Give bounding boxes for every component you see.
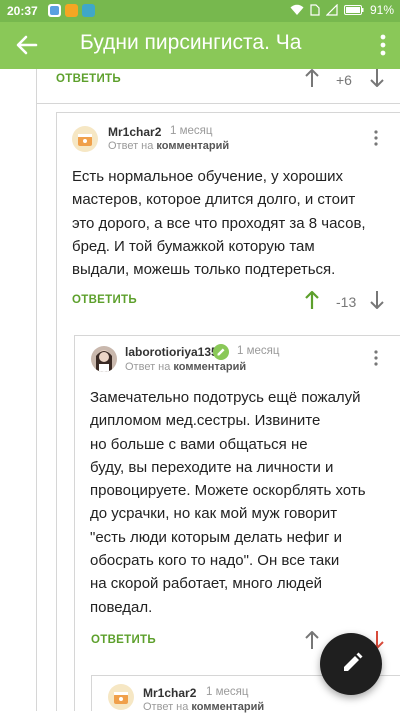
comment-author[interactable]: Mr1char2 xyxy=(108,125,161,139)
app-notification-icon xyxy=(65,4,78,17)
comment-time: 1 месяц xyxy=(170,125,213,137)
gallery-notification-icon xyxy=(48,4,61,17)
battery-level: 91% xyxy=(369,3,394,17)
downvote-arrow-icon[interactable] xyxy=(369,68,385,88)
thread-separator xyxy=(36,103,400,104)
comment-rating: +6 xyxy=(336,72,352,88)
reply-prefix: Ответ на xyxy=(108,140,154,152)
status-time: 20:37 xyxy=(7,4,38,18)
reply-button[interactable]: ОТВЕТИТЬ xyxy=(72,294,137,306)
avatar[interactable] xyxy=(91,346,117,372)
wifi-icon xyxy=(290,4,304,15)
comment-menu-icon[interactable] xyxy=(374,130,378,146)
reply-reference: Ответ на комментарий xyxy=(143,701,264,713)
avatar[interactable] xyxy=(72,126,98,152)
comment-text: Замечательно подотрусь ещё пожалуй дипло… xyxy=(90,389,366,616)
back-arrow-icon[interactable] xyxy=(14,32,40,58)
reply-prefix: Ответ на xyxy=(143,701,189,713)
reply-reference: Ответ на комментарий xyxy=(125,361,246,373)
thread-separator xyxy=(74,335,400,336)
status-bar: 20:37 91% xyxy=(0,0,400,22)
post-title: Будни пирсингиста. Ча xyxy=(80,31,302,54)
comment-time: 1 месяц xyxy=(237,345,280,357)
reply-prefix: Ответ на xyxy=(125,361,171,373)
comment-menu-icon[interactable] xyxy=(374,350,378,366)
reply-target-link[interactable]: комментарий xyxy=(191,701,264,713)
sim-icon xyxy=(310,4,320,16)
app-bar: Будни пирсингиста. Ча xyxy=(0,22,400,69)
downvote-arrow-icon[interactable] xyxy=(369,290,385,310)
thread-line xyxy=(56,112,57,711)
signal-off-icon xyxy=(325,4,338,16)
reply-target-link[interactable]: комментарий xyxy=(156,140,229,152)
comment-time: 1 месяц xyxy=(206,686,249,698)
reply-button[interactable]: ОТВЕТИТЬ xyxy=(91,634,156,646)
upvote-arrow-icon[interactable] xyxy=(304,290,320,310)
upvote-arrow-icon[interactable] xyxy=(304,630,320,650)
reply-target-link[interactable]: комментарий xyxy=(173,361,246,373)
battery-icon xyxy=(343,5,364,15)
thread-line xyxy=(91,675,92,711)
pencil-icon xyxy=(344,652,363,671)
calendar-notification-icon xyxy=(82,4,95,17)
comment-author[interactable]: laborotioriya135 xyxy=(125,345,218,359)
comment-rating: -13 xyxy=(336,294,357,310)
thread-line xyxy=(74,335,75,711)
avatar[interactable] xyxy=(108,684,134,710)
more-vertical-icon[interactable] xyxy=(380,34,386,56)
reply-button[interactable]: ОТВЕТИТЬ xyxy=(56,73,121,85)
thread-line xyxy=(36,69,37,711)
upvote-arrow-icon[interactable] xyxy=(304,68,320,88)
thread-separator xyxy=(56,112,400,113)
write-comment-fab[interactable] xyxy=(320,633,382,695)
reply-reference: Ответ на комментарий xyxy=(108,140,229,152)
comment-author[interactable]: Mr1char2 xyxy=(143,686,196,700)
edited-badge-icon xyxy=(213,344,229,360)
comment-text: Есть нормальное обучение, у хороших маст… xyxy=(72,168,366,279)
